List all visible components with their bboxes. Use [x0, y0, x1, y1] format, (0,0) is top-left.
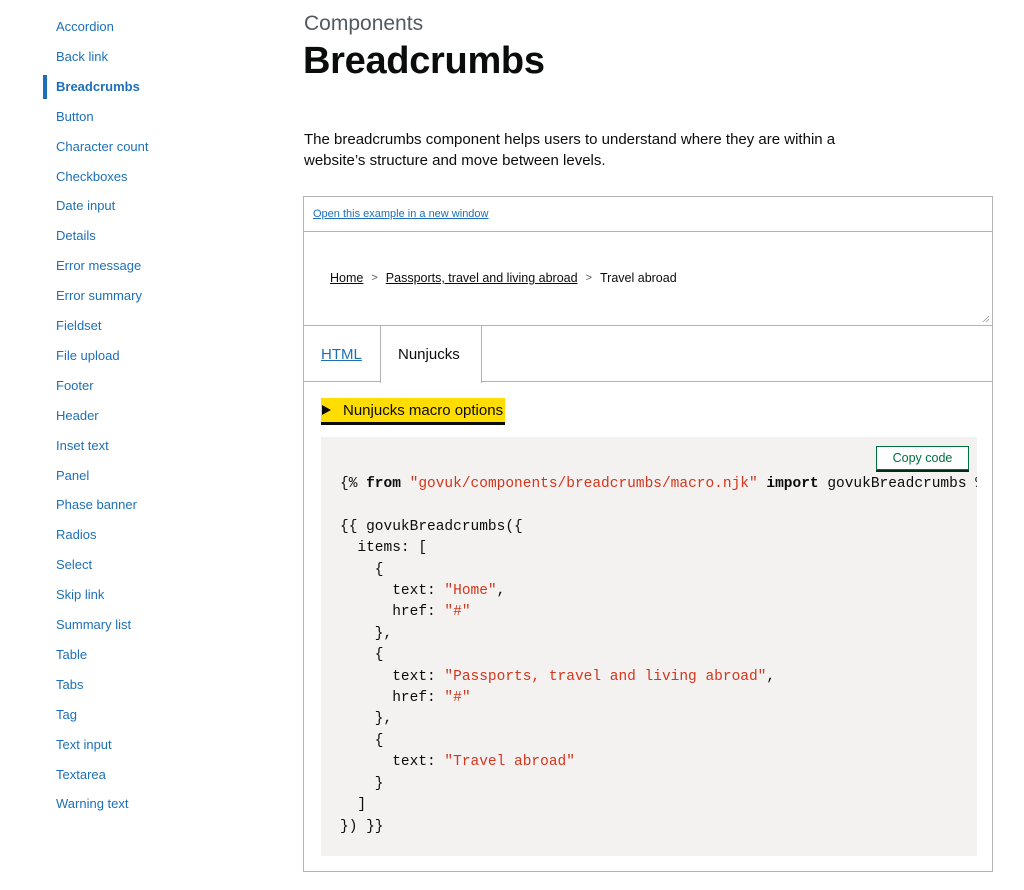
- sidebar-item-error-message[interactable]: Error message: [56, 257, 141, 275]
- breadcrumb-separator-icon: >: [585, 272, 592, 284]
- sidebar-item-inset-text[interactable]: Inset text: [56, 437, 109, 455]
- code-token: },: [340, 625, 393, 642]
- sidebar-item-tabs[interactable]: Tabs: [56, 676, 83, 694]
- code-line: items: [: [340, 540, 427, 556]
- code-import-open: {%: [340, 476, 367, 492]
- code-token: ,: [766, 668, 776, 685]
- open-in-new-window-link[interactable]: Open this example in a new window: [313, 208, 488, 220]
- sidebar-item-date-input[interactable]: Date input: [56, 197, 115, 215]
- tab-nunjucks[interactable]: Nunjucks: [380, 326, 482, 383]
- sidebar-item-radios[interactable]: Radios: [56, 526, 96, 544]
- code-line: text: "Passports, travel and living abro…: [340, 669, 775, 685]
- example-container: Open this example in a new window Home > P…: [303, 196, 993, 872]
- code-token: href:: [340, 604, 445, 621]
- page-caption: Components: [304, 12, 424, 35]
- tab-nunjucks-label: Nunjucks: [398, 346, 460, 363]
- sidebar-item-character-count[interactable]: Character count: [56, 138, 149, 156]
- code-string: "Travel abroad": [444, 754, 575, 771]
- code-string: "Passports, travel and living abroad": [444, 668, 767, 685]
- code-line: }) }}: [340, 819, 384, 835]
- caret-right-icon: [322, 405, 331, 415]
- code-token: {: [340, 732, 384, 749]
- code-token: },: [340, 711, 393, 728]
- breadcrumb-separator-icon: >: [371, 272, 378, 284]
- code-tabs: HTML Nunjucks: [304, 326, 992, 383]
- code-token: href:: [340, 690, 445, 707]
- code-token: text:: [340, 754, 445, 771]
- code-token: ,: [496, 583, 506, 600]
- resize-handle-icon[interactable]: [982, 315, 990, 323]
- code-content: {% from "govuk/components/breadcrumbs/ma…: [340, 474, 977, 838]
- code-line: ]: [340, 797, 366, 813]
- sidebar-item-summary-list[interactable]: Summary list: [56, 616, 131, 634]
- breadcrumb-link[interactable]: Home: [330, 271, 363, 285]
- page-title: Breadcrumbs: [303, 40, 545, 82]
- code-import-keyword: import: [766, 476, 819, 492]
- code-token: text:: [340, 668, 445, 685]
- macro-options-toggle[interactable]: Nunjucks macro options: [321, 398, 506, 422]
- code-string: "Home": [444, 583, 497, 600]
- code-token: text:: [340, 583, 445, 600]
- sidebar-item-checkboxes[interactable]: Checkboxes: [56, 168, 128, 186]
- sidebar-item-back-link[interactable]: Back link: [56, 48, 108, 66]
- active-nav-marker: [43, 74, 47, 99]
- code-string: "#": [444, 690, 471, 707]
- sidebar-item-header[interactable]: Header: [56, 407, 99, 425]
- sidebar-item-textarea[interactable]: Textarea: [56, 766, 106, 784]
- code-line: {: [340, 647, 384, 663]
- code-token: ]: [340, 797, 367, 814]
- code-token: }) }}: [340, 818, 384, 835]
- sidebar-item-footer[interactable]: Footer: [56, 377, 94, 395]
- sidebar-item-skip-link[interactable]: Skip link: [56, 586, 104, 604]
- sidebar-item-warning-text[interactable]: Warning text: [56, 795, 129, 813]
- tab-html-label: HTML: [321, 346, 362, 363]
- sidebar-item-details[interactable]: Details: [56, 227, 96, 245]
- code-token: {: [340, 561, 384, 578]
- code-line: href: "#": [340, 604, 471, 621]
- tab-html[interactable]: HTML: [304, 326, 380, 382]
- code-line: },: [340, 711, 392, 727]
- code-line: {{ govukBreadcrumbs({: [340, 519, 523, 535]
- code-import-rest: govukBreadcrumbs %}: [827, 476, 977, 492]
- sidebar-item-fieldset[interactable]: Fieldset: [56, 317, 102, 335]
- code-string: "#": [444, 604, 471, 621]
- code-block: Copy code {% from "govuk/components/brea…: [321, 437, 977, 856]
- sidebar-item-tag[interactable]: Tag: [56, 706, 77, 724]
- sidebar-item-accordion[interactable]: Accordion: [56, 18, 114, 36]
- code-line: {: [340, 562, 384, 578]
- code-import-path: "govuk/components/breadcrumbs/macro.njk": [409, 476, 758, 492]
- breadcrumb-link[interactable]: Passports, travel and living abroad: [386, 271, 578, 285]
- code-token: {{ govukBreadcrumbs({: [340, 518, 523, 535]
- breadcrumb-current: Travel abroad: [600, 271, 677, 285]
- sidebar-item-phase-banner[interactable]: Phase banner: [56, 496, 137, 514]
- sidebar-item-error-summary[interactable]: Error summary: [56, 287, 142, 305]
- example-header: Open this example in a new window: [304, 197, 992, 232]
- code-line: text: "Travel abroad": [340, 754, 575, 770]
- code-line: },: [340, 626, 392, 642]
- sidebar-item-file-upload[interactable]: File upload: [56, 347, 120, 365]
- code-line: {: [340, 733, 384, 749]
- lead-paragraph: The breadcrumbs component helps users to…: [304, 131, 836, 169]
- sidebar-item-select[interactable]: Select: [56, 556, 92, 574]
- code-token: }: [340, 775, 384, 792]
- sidebar-item-panel[interactable]: Panel: [56, 467, 89, 485]
- example-preview-frame: Home > Passports, travel and living abroad…: [304, 232, 992, 326]
- code-from-keyword: from: [366, 476, 401, 492]
- breadcrumb: Home > Passports, travel and living abroad…: [330, 271, 677, 285]
- code-line: text: "Home",: [340, 583, 505, 599]
- code-line: }: [340, 776, 384, 792]
- sidebar-item-breadcrumbs[interactable]: Breadcrumbs: [56, 78, 140, 96]
- code-line: href: "#": [340, 690, 471, 707]
- sidebar-item-button[interactable]: Button: [56, 108, 94, 126]
- code-token: {: [340, 647, 384, 664]
- copy-code-button[interactable]: Copy code: [876, 446, 969, 470]
- macro-options-label: Nunjucks macro options: [343, 401, 504, 419]
- code-token: items: [: [340, 540, 428, 557]
- sidebar-item-table[interactable]: Table: [56, 646, 87, 664]
- sidebar-item-text-input[interactable]: Text input: [56, 736, 112, 754]
